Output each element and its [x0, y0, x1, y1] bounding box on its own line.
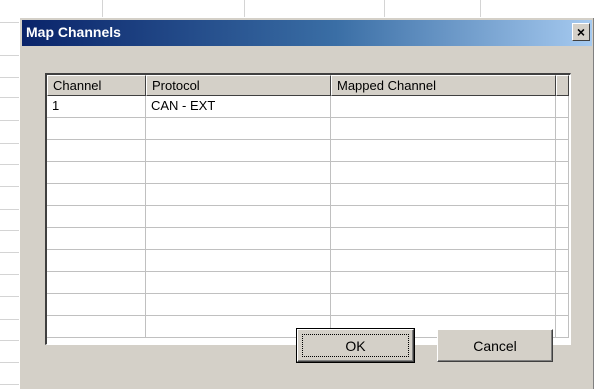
- cell-protocol[interactable]: [146, 118, 331, 140]
- close-button[interactable]: ×: [572, 23, 590, 41]
- cell-mapped-channel[interactable]: [331, 162, 556, 184]
- cell-filler: [556, 140, 569, 162]
- channel-map-list[interactable]: Channel Protocol Mapped Channel 1 CAN - E…: [45, 73, 571, 345]
- focus-rectangle: [302, 334, 409, 357]
- cell-mapped-channel[interactable]: [331, 228, 556, 250]
- list-rows: 1 CAN - EXT: [47, 96, 570, 338]
- cell-protocol[interactable]: [146, 206, 331, 228]
- cancel-button[interactable]: Cancel: [437, 329, 553, 362]
- cell-filler: [556, 294, 569, 316]
- cell-channel[interactable]: [47, 250, 146, 272]
- cell-channel[interactable]: 1: [47, 96, 146, 118]
- cell-mapped-channel[interactable]: [331, 294, 556, 316]
- column-header-mapped-channel[interactable]: Mapped Channel: [331, 75, 556, 96]
- cell-channel[interactable]: [47, 316, 146, 338]
- cell-filler: [556, 250, 569, 272]
- cell-filler: [556, 228, 569, 250]
- cancel-button-label: Cancel: [473, 337, 517, 354]
- cell-protocol[interactable]: [146, 272, 331, 294]
- table-row[interactable]: [47, 140, 570, 162]
- column-header-filler: [556, 75, 569, 96]
- cell-channel[interactable]: [47, 140, 146, 162]
- table-row[interactable]: 1 CAN - EXT: [47, 96, 570, 118]
- table-row[interactable]: [47, 272, 570, 294]
- cell-channel[interactable]: [47, 184, 146, 206]
- cell-filler: [556, 272, 569, 294]
- table-row[interactable]: [47, 184, 570, 206]
- cell-channel[interactable]: [47, 294, 146, 316]
- cell-channel[interactable]: [47, 206, 146, 228]
- table-row[interactable]: [47, 250, 570, 272]
- cell-mapped-channel[interactable]: [331, 272, 556, 294]
- cell-protocol[interactable]: [146, 250, 331, 272]
- ok-button[interactable]: OK: [296, 328, 415, 363]
- table-row[interactable]: [47, 162, 570, 184]
- cell-mapped-channel[interactable]: [331, 118, 556, 140]
- cell-protocol[interactable]: [146, 162, 331, 184]
- table-row[interactable]: [47, 206, 570, 228]
- cell-mapped-channel[interactable]: [331, 96, 556, 118]
- table-row[interactable]: [47, 294, 570, 316]
- column-header-protocol[interactable]: Protocol: [146, 75, 331, 96]
- title-bar[interactable]: Map Channels ×: [22, 20, 592, 46]
- cell-filler: [556, 316, 569, 338]
- cell-channel[interactable]: [47, 272, 146, 294]
- cell-protocol[interactable]: [146, 228, 331, 250]
- list-header: Channel Protocol Mapped Channel: [47, 75, 570, 96]
- cell-filler: [556, 206, 569, 228]
- cell-protocol[interactable]: CAN - EXT: [146, 96, 331, 118]
- table-row[interactable]: [47, 118, 570, 140]
- cell-filler: [556, 96, 569, 118]
- cell-channel[interactable]: [47, 118, 146, 140]
- cell-mapped-channel[interactable]: [331, 140, 556, 162]
- cell-protocol[interactable]: [146, 140, 331, 162]
- dialog-title: Map Channels: [26, 24, 121, 40]
- cell-mapped-channel[interactable]: [331, 206, 556, 228]
- cell-filler: [556, 162, 569, 184]
- cell-channel[interactable]: [47, 228, 146, 250]
- cell-channel[interactable]: [47, 162, 146, 184]
- close-icon: ×: [576, 24, 586, 40]
- cell-filler: [556, 184, 569, 206]
- cell-filler: [556, 118, 569, 140]
- cell-mapped-channel[interactable]: [331, 184, 556, 206]
- column-header-channel[interactable]: Channel: [47, 75, 146, 96]
- cell-mapped-channel[interactable]: [331, 250, 556, 272]
- cell-protocol[interactable]: [146, 294, 331, 316]
- table-row[interactable]: [47, 228, 570, 250]
- cell-protocol[interactable]: [146, 184, 331, 206]
